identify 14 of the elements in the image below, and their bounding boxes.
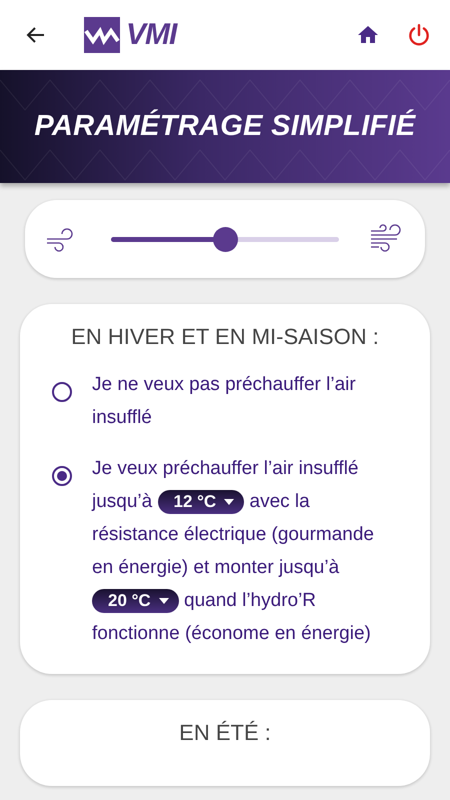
page-title: PARAMÉTRAGE SIMPLIFIÉ bbox=[34, 110, 416, 143]
logo-text: VMI bbox=[126, 18, 176, 52]
temperature-dropdown[interactable]: 20 °C bbox=[92, 588, 179, 613]
radio-button[interactable] bbox=[52, 466, 72, 486]
caret-icon bbox=[158, 598, 169, 604]
temperature-dropdown[interactable]: 12 °C bbox=[158, 490, 244, 514]
caret-icon bbox=[224, 498, 234, 505]
option-label: Je ne veux pas préchauffer l’air insufflé bbox=[92, 373, 357, 430]
option-label: Je veux préchauffer l’air insufflé jusqu’à 12 °C avec la résistance électrique (gourmande en énergie) et monter jusqu’à 20 °C quand l’hydro’R fonctionne (économe en énergie) bbox=[92, 457, 375, 646]
logo-icon bbox=[84, 17, 120, 53]
section-title: EN ÉTÉ : bbox=[178, 720, 272, 746]
section-title: EN HIVER ET EN MI-SAISON : bbox=[70, 324, 380, 350]
power-icon bbox=[406, 22, 432, 48]
radio-button[interactable] bbox=[52, 382, 72, 402]
